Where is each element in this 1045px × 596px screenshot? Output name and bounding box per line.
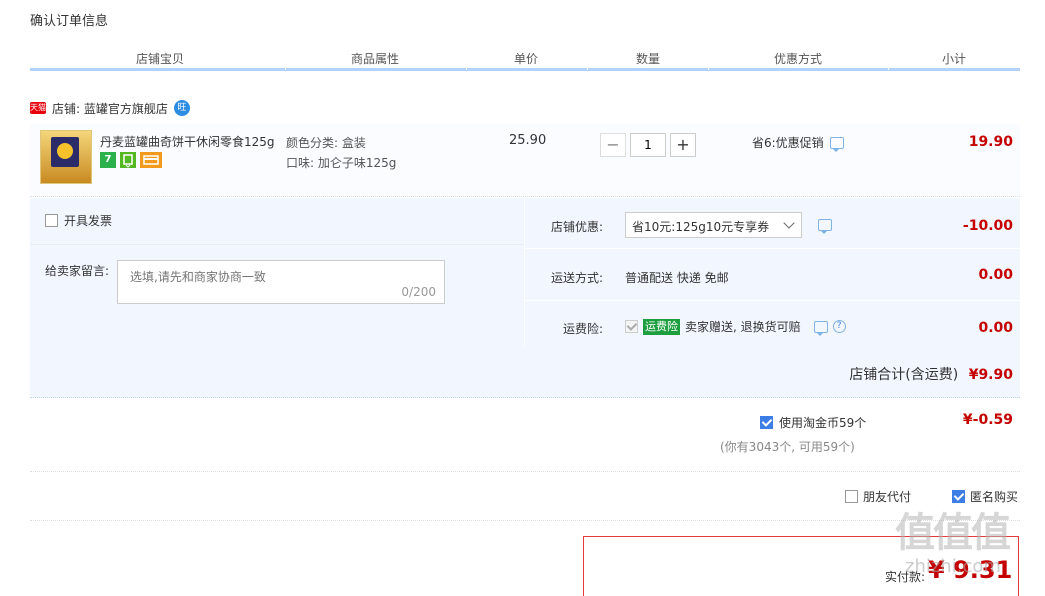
column-shop-item: 店铺宝贝 [135,52,184,66]
shipping-label: 运送方式: [550,271,603,285]
page-title: 确认订单信息 [30,14,109,29]
shipping-method: 普通配送 快递 免邮 [625,271,729,285]
insurance-text: 卖家赠送, 退换货可赔 [685,320,801,334]
message-icon[interactable] [818,219,832,234]
quantity-plus-button[interactable]: + [670,133,696,157]
insurance-checkbox [625,320,638,333]
divider [466,48,467,70]
unit-price: 25.90 [509,133,547,148]
invoice-checkbox[interactable] [45,214,58,227]
attr-color: 颜色分类: 盒装 [286,136,366,150]
insurance-amount: 0.00 [978,320,1013,336]
message-icon[interactable] [813,320,828,336]
attr-taste: 口味: 加仑子味125g [286,156,397,170]
shop-total-label: 店铺合计(含运费) [849,367,959,383]
memo-char-count: 0/200 [401,285,436,299]
divider [30,244,524,245]
product-name[interactable]: 丹麦蓝罐曲奇饼干休闲零食125g [100,133,275,150]
guarantee-icon [120,152,136,168]
friend-pay-checkbox[interactable] [845,490,858,503]
divider [587,48,588,70]
coins-label: 使用淘金币59个 [779,416,867,430]
shop-header: 天猫 店铺: 蓝罐官方旗舰店 旺 [30,98,190,118]
chevron-down-icon [783,217,795,229]
memo-box: 0/200 [117,260,445,304]
invoice-label: 开具发票 [64,214,113,228]
quantity-input[interactable] [630,133,666,157]
item-subtotal: 19.90 [968,134,1013,150]
seven-day-return-icon: 7 [100,152,116,168]
quantity-stepper: − + [600,133,696,157]
insurance-label: 运费险: [562,322,603,336]
insurance-option: 运费险 卖家赠送, 退换货可赔 ? [625,318,846,336]
coupon-selected-value: 省10元:125g10元专享券 [632,220,770,234]
product-thumbnail[interactable] [40,130,92,184]
shop-name[interactable]: 店铺: 蓝罐官方旗舰店 [52,100,168,117]
coins-amount: ¥-0.59 [962,412,1013,428]
memo-label: 给卖家留言: [45,264,110,278]
divider [285,48,286,70]
product-cookie-graphic [57,143,73,159]
message-icon[interactable] [829,136,844,152]
shop-total: 店铺合计(含运费) ¥9.90 [700,364,1013,384]
shop-total-amount: ¥9.90 [968,367,1013,383]
watermark-logo: 值值值 [895,510,1011,556]
help-icon[interactable]: ? [832,320,846,333]
coupon-select[interactable]: 省10元:125g10元专享券 [625,212,802,238]
column-attributes: 商品属性 [350,52,399,66]
service-badges: 7 [100,152,162,168]
divider [708,48,709,70]
memo-input[interactable] [128,266,432,294]
column-subtotal: 小计 [941,52,966,66]
shop-discount-amount: -10.00 [962,218,1013,234]
wangwang-chat-icon[interactable]: 旺 [173,100,190,116]
column-discount: 优惠方式 [773,52,822,66]
coins-available: (你有3043个, 可用59个) [720,440,855,454]
credit-card-icon [140,152,162,168]
watermark-url: zhizhi.com [905,556,1001,577]
taobao-coins-option: 使用淘金币59个 [760,414,866,431]
invoice-option: 开具发票 [45,212,112,229]
shop-discount-label: 店铺优惠: [550,220,603,234]
shipping-amount: 0.00 [978,267,1013,283]
divider [888,48,889,70]
column-header: 店铺宝贝 商品属性 单价 数量 优惠方式 小计 [30,48,1020,71]
divider [30,520,1020,522]
column-quantity: 数量 [635,52,660,66]
column-price: 单价 [513,52,538,66]
promo-info: 省6:优惠促销 [752,134,844,152]
divider [30,471,1020,473]
tmall-badge-icon: 天猫 [30,102,46,114]
promo-label: 省6:优惠促销 [752,136,824,150]
insurance-tag: 运费险 [643,318,680,335]
quantity-minus-button[interactable]: − [600,133,626,157]
coins-checkbox[interactable] [760,416,773,429]
